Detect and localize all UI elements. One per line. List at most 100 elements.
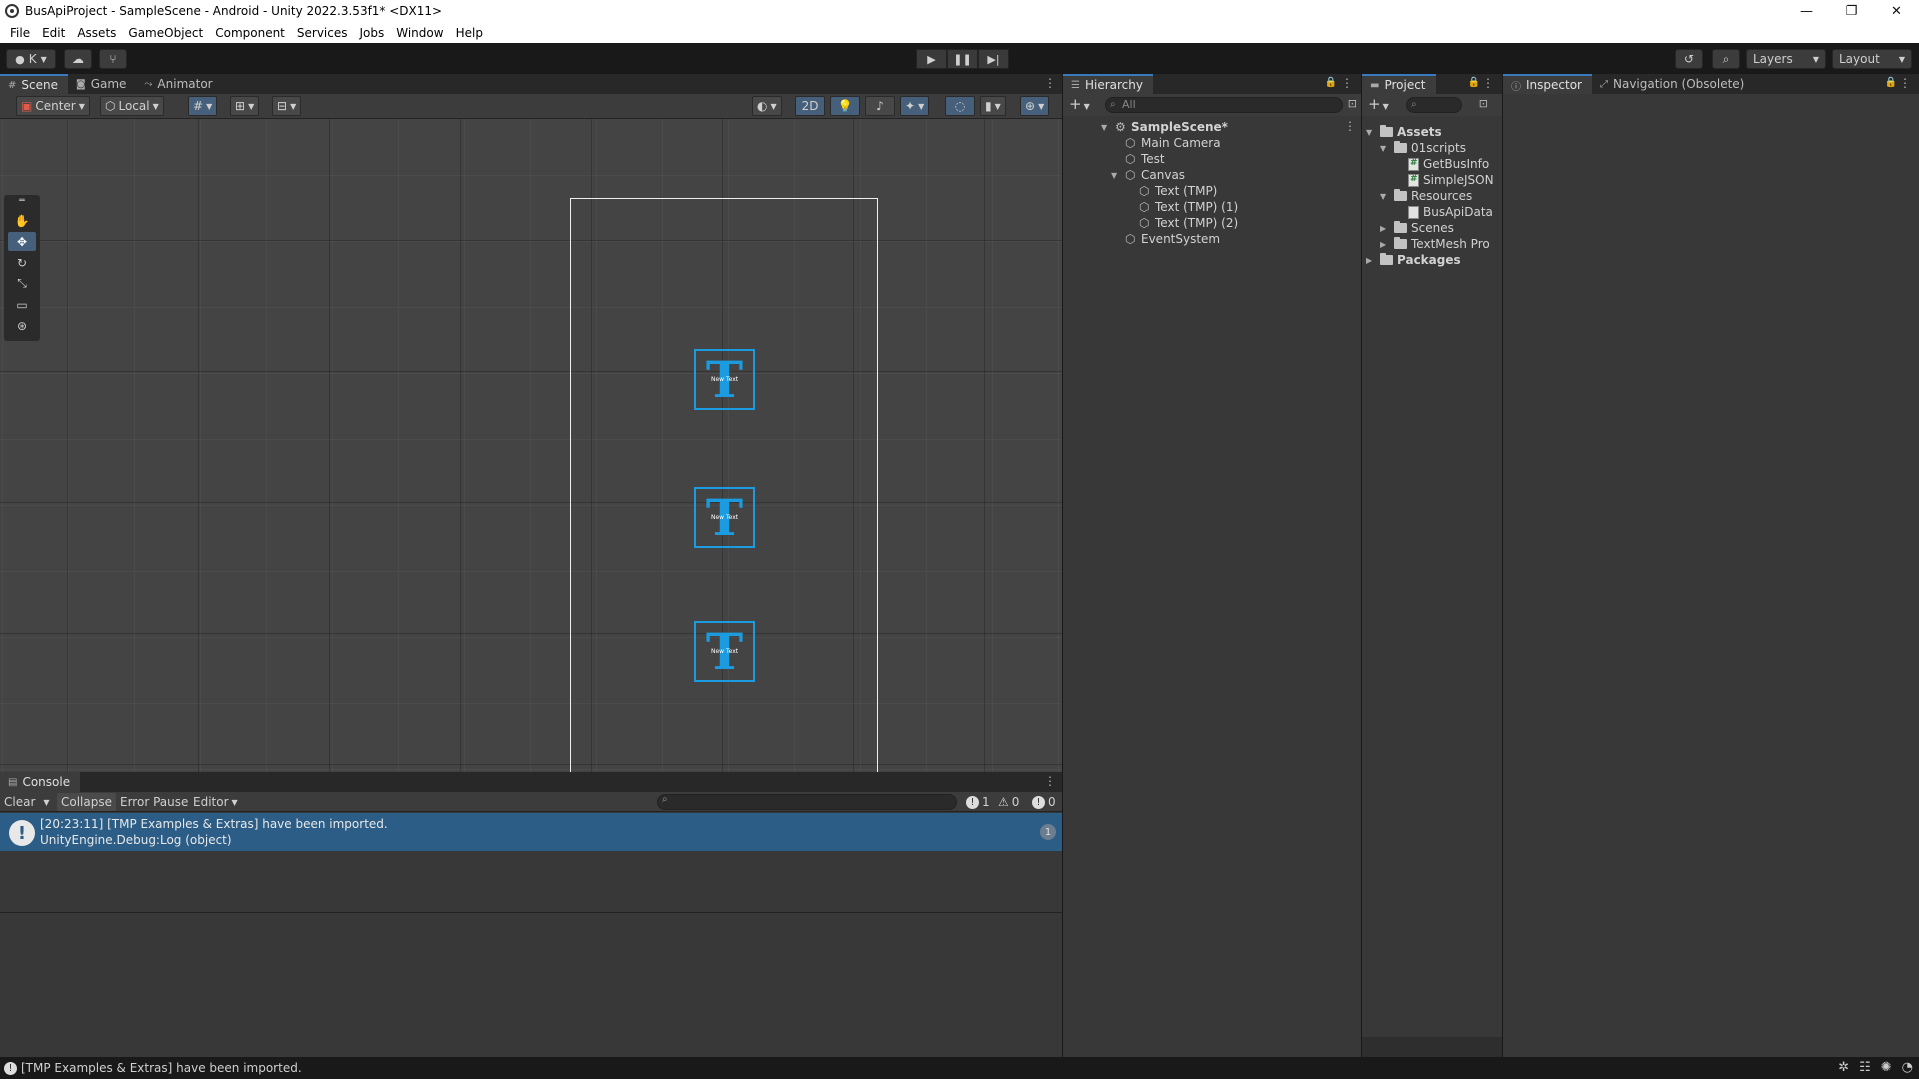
pivot-local-dropdown[interactable]: ⬡ Local ▼ [100, 96, 164, 116]
project-tree-item[interactable]: ▼ Assets [1366, 124, 1442, 140]
expand-arrow-icon[interactable]: ▶ [1380, 240, 1390, 249]
2d-toggle[interactable]: 2D [795, 96, 825, 116]
rect-tool-button[interactable]: ▭ [8, 295, 36, 314]
debug-icon[interactable]: ✲ [1838, 1060, 1849, 1075]
hierarchy-search-input[interactable]: ⌕ All [1105, 97, 1343, 113]
menu-window[interactable]: Window [390, 26, 449, 40]
grid-settings-dropdown[interactable]: ⊞ ▼ [230, 96, 260, 116]
hidden-objects-toggle[interactable]: ◌ [945, 96, 975, 116]
menu-gameobject[interactable]: GameObject [122, 26, 209, 40]
scene-viewport[interactable]: T New Text T New Text T New Text [0, 119, 1062, 772]
console-detail-divider[interactable] [0, 912, 1062, 913]
project-tree-item[interactable]: ▼ 01scripts [1380, 140, 1466, 156]
menu-jobs[interactable]: Jobs [354, 26, 391, 40]
hand-tool-button[interactable]: ✋ [8, 211, 36, 230]
tab-scene[interactable]: # Scene [0, 74, 68, 94]
draw-mode-dropdown[interactable]: ◐ ▼ [752, 96, 782, 116]
console-more-icon[interactable]: ⋮ [1044, 774, 1056, 788]
menu-edit[interactable]: Edit [36, 26, 71, 40]
search-button[interactable]: ⌕ [1712, 49, 1740, 69]
create-plus-button[interactable]: + ▼ [1368, 95, 1389, 113]
menu-assets[interactable]: Assets [71, 26, 122, 40]
console-log-row[interactable]: ! [20:23:11] [TMP Examples & Extras] hav… [0, 813, 1062, 851]
hierarchy-item[interactable]: ⬡ Text (TMP) [1139, 183, 1217, 199]
gizmos-dropdown[interactable]: ⊕ ▼ [1020, 96, 1050, 116]
tab-navigation[interactable]: ⤢ Navigation (Obsolete) [1592, 74, 1754, 94]
move-tool-button[interactable]: ✥ [8, 232, 36, 251]
project-tree-item[interactable]: BusApiData [1408, 204, 1493, 220]
project-tree-item[interactable]: SimpleJSON [1408, 172, 1494, 188]
account-button[interactable]: ● K ▼ [6, 49, 56, 69]
text-tmp-gizmo[interactable]: T New Text [694, 349, 755, 410]
history-button[interactable]: ↺ [1675, 49, 1703, 69]
hierarchy-item[interactable]: ⬡ Test [1125, 151, 1165, 167]
project-tree-item[interactable]: ▼ Resources [1380, 188, 1472, 204]
project-search-input[interactable]: ⌕ [1406, 97, 1462, 113]
clear-button[interactable]: Clear ▼ [0, 793, 54, 811]
lock-icon[interactable]: 🔒 [1885, 77, 1897, 88]
pause-button[interactable]: ❚❚ [947, 49, 978, 69]
version-control-button[interactable]: ⑂ [99, 49, 127, 69]
minimize-button[interactable]: — [1784, 0, 1829, 22]
rotate-tool-button[interactable]: ↻ [8, 253, 36, 272]
create-plus-button[interactable]: + ▼ [1069, 95, 1090, 113]
maximize-button[interactable]: ❐ [1829, 0, 1874, 22]
transform-tool-button[interactable]: ⊛ [8, 316, 36, 335]
hierarchy-scene-row[interactable]: ▼ ⚙ SampleScene* [1101, 119, 1228, 135]
overlay-handle-icon[interactable]: ═ [8, 196, 36, 206]
hierarchy-item[interactable]: ▼ ⬡ Canvas [1111, 167, 1185, 183]
error-pause-button[interactable]: Error Pause [116, 793, 192, 811]
expand-arrow-icon[interactable]: ▼ [1380, 192, 1390, 201]
hierarchy-item[interactable]: ⬡ EventSystem [1125, 231, 1220, 247]
cloud-button[interactable]: ☁ [64, 49, 92, 69]
text-tmp-1-gizmo[interactable]: T New Text [694, 487, 755, 548]
scene-row-more-icon[interactable]: ⋮ [1344, 119, 1356, 133]
audio-toggle[interactable]: ♪ [865, 96, 895, 116]
scale-tool-button[interactable]: ⤡ [8, 274, 36, 293]
editor-dropdown[interactable]: Editor ▼ [189, 793, 242, 811]
collapse-button[interactable]: Collapse [57, 793, 116, 811]
project-horizontal-scrollbar[interactable] [1362, 1037, 1502, 1057]
hierarchy-item[interactable]: ⬡ Main Camera [1125, 135, 1221, 151]
menu-help[interactable]: Help [450, 26, 489, 40]
expand-arrow-icon[interactable]: ▼ [1111, 171, 1121, 180]
project-tree-item[interactable]: GetBusInfo [1408, 156, 1489, 172]
hierarchy-more-icon[interactable]: ⋮ [1341, 76, 1353, 90]
text-tmp-2-gizmo[interactable]: T New Text [694, 621, 755, 682]
status-message[interactable]: [TMP Examples & Extras] have been import… [21, 1061, 302, 1075]
tab-inspector[interactable]: ⓘ Inspector [1503, 74, 1592, 94]
expand-arrow-icon[interactable]: ▶ [1366, 256, 1376, 265]
tab-animator[interactable]: ⤳ Animator [136, 74, 222, 94]
expand-arrow-icon[interactable]: ▼ [1101, 123, 1111, 132]
filter-by-type-icon[interactable]: ⊡ [1479, 97, 1488, 110]
expand-arrow-icon[interactable]: ▶ [1380, 224, 1390, 233]
scene-visibility-icon[interactable]: ⊡ [1348, 97, 1357, 110]
lock-icon[interactable]: 🔒 [1468, 77, 1480, 88]
scene-more-icon[interactable]: ⋮ [1044, 76, 1056, 90]
snap-increment-dropdown[interactable]: ⊟ ▼ [272, 96, 302, 116]
cache-server-icon[interactable]: ☷ [1859, 1060, 1871, 1075]
error-filter-toggle[interactable]: ! 0 [1028, 793, 1060, 811]
lock-icon[interactable]: 🔒 [1325, 77, 1337, 88]
menu-services[interactable]: Services [291, 26, 354, 40]
play-button[interactable]: ▶ [916, 49, 947, 69]
close-button[interactable]: ✕ [1874, 0, 1919, 22]
console-search-input[interactable]: ⌕ [657, 794, 957, 810]
tab-game[interactable]: ◙ Game [68, 74, 136, 94]
tab-hierarchy[interactable]: ☰ Hierarchy [1063, 74, 1153, 94]
inspector-more-icon[interactable]: ⋮ [1899, 76, 1911, 90]
effects-dropdown[interactable]: ✦ ▼ [900, 96, 930, 116]
project-more-icon[interactable]: ⋮ [1482, 76, 1494, 90]
expand-arrow-icon[interactable]: ▼ [1380, 144, 1390, 153]
step-button[interactable]: ▶| [978, 49, 1009, 69]
auto-generate-lighting-icon[interactable]: ✺ [1881, 1060, 1892, 1075]
grid-snap-toggle[interactable]: # ▼ [188, 96, 218, 116]
menu-component[interactable]: Component [209, 26, 291, 40]
layout-dropdown[interactable]: Layout ▼ [1832, 49, 1912, 69]
hierarchy-item[interactable]: ⬡ Text (TMP) (2) [1139, 215, 1238, 231]
hierarchy-item[interactable]: ⬡ Text (TMP) (1) [1139, 199, 1238, 215]
tab-project[interactable]: ▬ Project [1362, 74, 1436, 94]
expand-arrow-icon[interactable]: ▼ [1366, 128, 1376, 137]
lighting-toggle[interactable]: 💡 [830, 96, 860, 116]
camera-dropdown[interactable]: ▮ ▼ [980, 96, 1006, 116]
